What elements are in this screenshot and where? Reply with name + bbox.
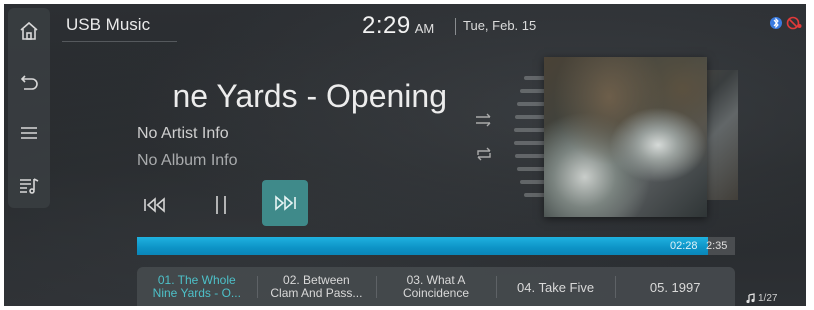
back-icon <box>20 75 38 90</box>
next-button[interactable] <box>262 180 308 226</box>
repeat-button[interactable] <box>474 146 494 167</box>
playlist-item[interactable]: 03. What A Coincidence <box>376 267 496 306</box>
date-divider <box>455 18 456 35</box>
playlist-icon <box>20 178 39 194</box>
playlist-strip: 01. The Whole Nine Yards - O... 02. Betwe… <box>137 267 735 306</box>
playlist-item[interactable]: 05. 1997 <box>615 267 735 306</box>
home-button[interactable] <box>8 10 50 52</box>
clock-time: 2:29 <box>362 12 411 39</box>
menu-button[interactable] <box>8 112 50 154</box>
clock-ampm: AM <box>414 21 435 36</box>
playlist-item-label: 03. What A Coincidence <box>402 273 469 300</box>
back-button[interactable] <box>8 60 50 102</box>
pause-icon <box>216 196 226 214</box>
playlist-item-label: 01. The Whole Nine Yards - O... <box>152 273 241 300</box>
title-underline <box>62 41 177 42</box>
playlist-item[interactable]: 02. Between Clam And Pass... <box>256 267 377 306</box>
shuffle-icon <box>476 113 491 127</box>
menu-icon <box>21 127 37 139</box>
track-count-text: 1/27 <box>758 293 778 304</box>
artist-name: No Artist Info <box>137 125 229 142</box>
album-art[interactable] <box>544 57 707 217</box>
date: Tue, Feb. 15 <box>463 18 537 33</box>
screen: USB Music 2:29 AM Tue, Feb. 15 ne Yards … <box>4 4 806 306</box>
progress-fill <box>137 237 709 255</box>
playlist-item-label: 04. Take Five <box>517 279 595 295</box>
next-icon <box>275 195 296 211</box>
home-icon <box>20 21 38 40</box>
track-title-container: ne Yards - Opening <box>137 78 457 122</box>
repeat-icon <box>477 147 491 161</box>
track-title: ne Yards - Opening <box>172 78 447 114</box>
playlist-item[interactable]: 04. Take Five <box>495 267 616 306</box>
current-time: 02:28 <box>670 240 698 252</box>
music-note-icon <box>746 293 755 304</box>
shuffle-button[interactable] <box>474 112 494 133</box>
total-time: 2:35 <box>706 240 728 252</box>
track-count: 1/27 <box>745 293 777 304</box>
mic-off-status-icon <box>786 16 802 30</box>
source-title: USB Music <box>66 15 151 34</box>
playlist-item-label: 05. 1997 <box>649 279 701 295</box>
previous-button[interactable] <box>138 188 172 222</box>
left-rail <box>8 8 50 208</box>
bluetooth-status-icon <box>770 17 782 29</box>
status-icons <box>769 16 802 30</box>
playlist-item-label: 02. Between Clam And Pass... <box>270 273 363 300</box>
album-name: No Album Info <box>137 152 238 169</box>
progress-bar[interactable] <box>137 237 735 255</box>
clock: 2:29 AM <box>362 12 434 40</box>
pause-button[interactable] <box>204 188 238 222</box>
previous-icon <box>144 197 165 213</box>
playlist-item[interactable]: 01. The Whole Nine Yards - O... <box>137 267 257 306</box>
playlist-button[interactable] <box>8 164 50 206</box>
